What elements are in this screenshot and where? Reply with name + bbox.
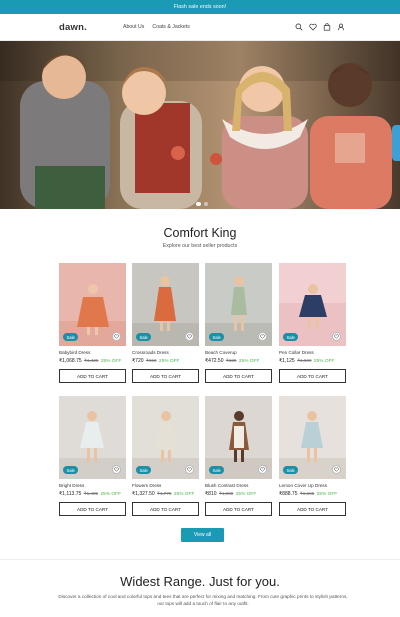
site-header: dawn. About Us Coats & Jackets [0,14,400,41]
product-name[interactable]: Beach Coverup [205,350,237,355]
add-to-cart-button[interactable]: ADD TO CART [205,502,272,516]
wishlist-button[interactable] [258,332,267,341]
add-to-cart-button[interactable]: ADD TO CART [205,369,272,383]
sale-badge: Sale [209,333,225,341]
product-price: ₹1,327.50 ₹1,770 25% OFF [132,491,194,497]
heart-icon [114,467,119,472]
original-price: ₹630 [225,358,237,363]
product-price: ₹1,113.75 ₹1,485 25% OFF [59,491,121,497]
heart-icon [187,467,192,472]
wishlist-button[interactable] [112,332,121,341]
discount-label: 25% OFF [238,359,260,364]
store-logo[interactable]: dawn. [59,22,87,33]
product-name[interactable]: Babybird Dress [59,350,90,355]
section-title: Comfort King [163,226,237,240]
add-to-cart-button[interactable]: ADD TO CART [279,502,346,516]
product-name[interactable]: Pen Collar Dress [279,350,314,355]
bag-icon[interactable] [323,23,331,31]
range-title: Widest Range. Just for you. [120,574,280,589]
wishlist-button[interactable] [185,332,194,341]
wishlist-button[interactable] [258,465,267,474]
sale-price: ₹888.75 [279,491,298,497]
original-price: ₹960 [145,358,157,363]
announcement-bar: Flash sale ends soon! [0,0,400,14]
wishlist-button[interactable] [332,465,341,474]
sale-price: ₹472.50 [205,358,224,364]
add-to-cart-button[interactable]: ADD TO CART [59,369,126,383]
hero-image [0,41,400,209]
discount-label: 25% OFF [316,492,338,497]
original-price: ₹1,500 [297,358,312,363]
product-name[interactable]: Blush Contrast Dress [205,483,248,488]
product-name[interactable]: Lemon Cover Up Dress [279,483,327,488]
sale-price: ₹1,125 [279,358,295,364]
original-price: ₹1,770 [157,491,172,496]
sale-badge: Sale [63,466,79,474]
nav-item-about-us[interactable]: About Us [123,24,144,30]
product-name[interactable]: Flowers Dress [132,483,161,488]
sale-price: ₹1,327.50 [132,491,155,497]
wishlist-button[interactable] [112,465,121,474]
heart-icon [260,334,265,339]
product-price: ₹720 ₹960 25% OFF [132,358,179,364]
discount-label: 25% OFF [100,359,122,364]
header-icons [295,23,345,31]
slide-dot-2[interactable] [204,202,208,206]
section-divider [0,559,400,560]
section-subtitle: Explore our best seller products [162,243,238,249]
product-name[interactable]: Crossroads Dress [132,350,169,355]
heart-icon [334,334,339,339]
discount-label: 25% OFF [235,492,257,497]
discount-label: 25% OFF [158,359,180,364]
product-name[interactable]: Bright Dress [59,483,84,488]
product-price: ₹1,068.75 ₹1,425 25% OFF [59,358,121,364]
add-to-cart-button[interactable]: ADD TO CART [59,502,126,516]
sale-price: ₹810 [205,491,217,497]
user-icon[interactable] [337,23,345,31]
sale-price: ₹1,068.75 [59,358,82,364]
heart-icon[interactable] [309,23,317,31]
sale-badge: Sale [283,333,299,341]
discount-label: 25% OFF [173,492,195,497]
heart-icon [334,467,339,472]
heart-icon [260,467,265,472]
search-icon[interactable] [295,23,303,31]
sale-badge: Sale [136,333,152,341]
add-to-cart-button[interactable]: ADD TO CART [132,502,199,516]
original-price: ₹1,080 [218,491,234,496]
product-price: ₹888.75 ₹1,185 25% OFF [279,491,337,497]
sale-price: ₹720 [132,358,144,364]
original-price: ₹1,185 [299,491,315,496]
wishlist-button[interactable] [185,465,194,474]
range-description: Discover a collection of cool and colorf… [58,594,348,606]
sale-badge: Sale [283,466,299,474]
nav-item-coats-jackets[interactable]: Coats & Jackets [152,24,189,30]
sale-badge: Sale [209,466,225,474]
sale-price: ₹1,113.75 [59,491,82,497]
heart-icon [187,334,192,339]
sale-badge: Sale [63,333,79,341]
add-to-cart-button[interactable]: ADD TO CART [132,369,199,383]
sale-badge: Sale [136,466,152,474]
slide-dot-1[interactable] [196,202,201,206]
product-price: ₹1,125 ₹1,500 25% OFF [279,358,334,364]
discount-label: 25% OFF [313,359,335,364]
side-offer-tab[interactable] [392,125,400,161]
hero-banner[interactable] [0,41,400,209]
original-price: ₹1,425 [84,358,99,363]
main-nav: About Us Coats & Jackets [123,24,190,30]
view-all-button[interactable]: View all [181,528,224,542]
add-to-cart-button[interactable]: ADD TO CART [279,369,346,383]
wishlist-button[interactable] [332,332,341,341]
discount-label: 25% OFF [100,492,122,497]
original-price: ₹1,485 [83,491,99,496]
heart-icon [114,334,119,339]
product-price: ₹472.50 ₹630 25% OFF [205,358,259,364]
slider-dots [196,202,208,206]
product-price: ₹810 ₹1,080 25% OFF [205,491,256,497]
